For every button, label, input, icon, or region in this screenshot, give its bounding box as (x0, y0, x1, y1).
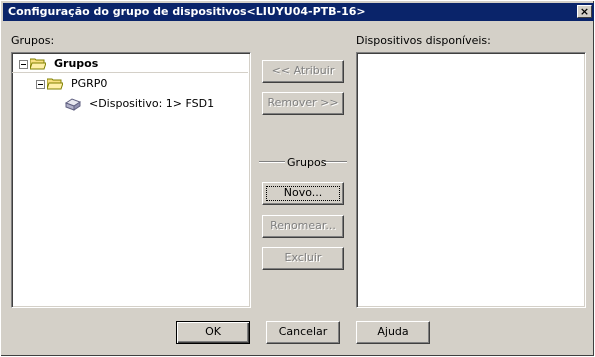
new-group-button[interactable]: Novo... (262, 182, 344, 205)
help-button[interactable]: Ajuda (356, 321, 430, 344)
tree-item-device[interactable]: <Dispositivo: 1> FSD1 (12, 96, 248, 112)
title-bar[interactable]: Configuração do grupo de dispositivos<LI… (3, 3, 594, 21)
window-title: Configuração do grupo de dispositivos<LI… (8, 5, 366, 18)
tree-item-label: Grupos (54, 57, 99, 70)
groups-section-divider-right (324, 161, 347, 163)
focus-rect (266, 186, 340, 201)
groups-section-title: Grupos (287, 156, 327, 169)
groups-tree[interactable]: Grupos PGRP0 <Dispositivo: 1> FSD1 (11, 52, 251, 308)
remove-button[interactable]: Remover >> (262, 92, 344, 115)
remove-button-label: Remover >> (267, 96, 339, 109)
assign-button[interactable]: << Atribuir (262, 60, 344, 83)
cancel-button-label: Cancelar (278, 325, 328, 338)
available-devices-label: Dispositivos disponíveis: (356, 34, 491, 47)
rename-button[interactable]: Renomear... (262, 215, 344, 238)
close-button[interactable]: × (577, 5, 592, 18)
folder-open-icon (30, 58, 46, 70)
help-button-label: Ajuda (377, 325, 409, 338)
collapse-icon[interactable] (19, 60, 28, 69)
tree-item-label: PGRP0 (71, 77, 108, 90)
disk-drive-icon (65, 98, 81, 111)
cancel-button[interactable]: Cancelar (266, 321, 340, 344)
assign-button-label: << Atribuir (271, 64, 335, 77)
tree-item-groups[interactable]: Grupos (12, 56, 248, 73)
delete-button[interactable]: Excluir (262, 247, 344, 270)
rename-button-label: Renomear... (270, 219, 336, 232)
folder-icon (47, 78, 63, 90)
collapse-icon[interactable] (36, 80, 45, 89)
tree-item-label: <Dispositivo: 1> FSD1 (89, 97, 215, 110)
groups-section-divider-left (259, 161, 285, 163)
groups-label: Grupos: (11, 34, 55, 47)
delete-button-label: Excluir (284, 251, 322, 264)
available-devices-list[interactable] (356, 52, 586, 308)
tree-item-pgrp0[interactable]: PGRP0 (12, 76, 248, 92)
ok-button[interactable]: OK (176, 321, 250, 344)
device-group-config-dialog: Configuração do grupo de dispositivos<LI… (0, 0, 595, 357)
ok-button-label: OK (205, 325, 221, 338)
